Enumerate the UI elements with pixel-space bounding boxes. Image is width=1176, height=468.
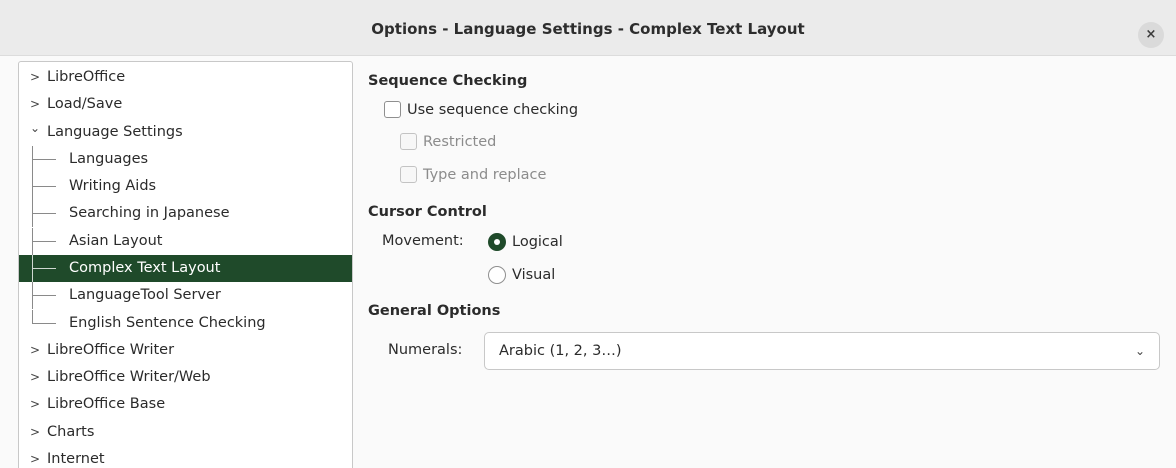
- tree-branch: [32, 323, 56, 324]
- tree-item-languagetool-server[interactable]: LanguageTool Server: [19, 282, 352, 309]
- chevron-right-icon[interactable]: >: [29, 337, 41, 364]
- tree-connector: [32, 310, 33, 324]
- checkbox-box[interactable]: [400, 133, 417, 150]
- tree-item-libreoffice-base[interactable]: > LibreOffice Base: [19, 391, 352, 418]
- checkbox-label: Restricted: [423, 134, 497, 150]
- general-options-heading: General Options: [368, 303, 501, 319]
- options-tree: > LibreOffice > Load/Save ⌄ Language Set…: [18, 61, 353, 468]
- tree-branch: [32, 268, 56, 269]
- tree-item-label: Charts: [47, 424, 95, 440]
- tree-item-label: LibreOffice Writer: [47, 342, 175, 358]
- tree-item-label: Asian Layout: [69, 233, 163, 249]
- tree-item-label: LibreOffice: [47, 69, 126, 85]
- tree-item-internet[interactable]: > Internet: [19, 446, 352, 468]
- tree-item-label: LanguageTool Server: [69, 287, 221, 303]
- tree-item-asian-layout[interactable]: Asian Layout: [19, 228, 352, 255]
- chevron-right-icon[interactable]: >: [29, 364, 41, 391]
- numerals-dropdown[interactable]: Arabic (1, 2, 3…) ⌄: [484, 332, 1160, 370]
- checkbox-label: Use sequence checking: [407, 102, 579, 118]
- movement-label: Movement:: [382, 233, 464, 249]
- tree-item-label: Complex Text Layout: [69, 260, 221, 276]
- radio-label: Logical: [512, 234, 563, 250]
- cursor-control-heading: Cursor Control: [368, 204, 487, 220]
- tree-branch: [32, 295, 56, 296]
- type-and-replace-checkbox[interactable]: Type and replace: [400, 164, 570, 186]
- tree-item-language-settings[interactable]: ⌄ Language Settings: [19, 119, 352, 146]
- tree-item-label: Language Settings: [47, 124, 183, 140]
- tree-item-libreoffice-writer[interactable]: > LibreOffice Writer: [19, 337, 352, 364]
- radio-button[interactable]: [488, 266, 506, 284]
- close-button[interactable]: ×: [1138, 22, 1164, 48]
- tree-item-label: Internet: [47, 451, 105, 467]
- tree-item-label: Writing Aids: [69, 178, 157, 194]
- tree-item-label: Searching in Japanese: [69, 205, 230, 221]
- sequence-checking-heading: Sequence Checking: [368, 73, 528, 89]
- tree-item-searching-in-japanese[interactable]: Searching in Japanese: [19, 200, 352, 227]
- tree-item-writing-aids[interactable]: Writing Aids: [19, 173, 352, 200]
- logical-radio[interactable]: Logical: [488, 231, 578, 253]
- tree-item-load-save[interactable]: > Load/Save: [19, 91, 352, 118]
- tree-item-languages[interactable]: Languages: [19, 146, 352, 173]
- chevron-down-icon: ⌄: [1134, 344, 1145, 358]
- chevron-right-icon[interactable]: >: [29, 64, 41, 91]
- tree-branch: [32, 186, 56, 187]
- tree-branch: [32, 241, 56, 242]
- tree-item-charts[interactable]: > Charts: [19, 419, 352, 446]
- visual-radio[interactable]: Visual: [488, 264, 578, 286]
- radio-label: Visual: [512, 267, 556, 283]
- chevron-down-icon[interactable]: ⌄: [29, 115, 41, 142]
- tree-item-complex-text-layout[interactable]: Complex Text Layout: [19, 255, 352, 282]
- chevron-right-icon[interactable]: >: [29, 91, 41, 118]
- use-sequence-checking-checkbox[interactable]: Use sequence checking: [384, 99, 604, 121]
- close-icon: ×: [1145, 27, 1157, 42]
- checkbox-label: Type and replace: [423, 167, 547, 183]
- tree-item-label: Languages: [69, 151, 149, 167]
- options-dialog: Options - Language Settings - Complex Te…: [0, 0, 1176, 468]
- chevron-right-icon[interactable]: >: [29, 391, 41, 418]
- checkbox-box[interactable]: [400, 166, 417, 183]
- tree-item-label: Load/Save: [47, 96, 123, 112]
- numerals-label: Numerals:: [388, 342, 463, 358]
- tree-branch: [32, 159, 56, 160]
- title-bar: Options - Language Settings - Complex Te…: [0, 0, 1176, 56]
- chevron-right-icon[interactable]: >: [29, 419, 41, 446]
- tree-item-label: LibreOffice Base: [47, 396, 166, 412]
- tree-item-libreoffice[interactable]: > LibreOffice: [19, 64, 352, 91]
- tree-item-label: LibreOffice Writer/Web: [47, 369, 211, 385]
- radio-button-selected[interactable]: [488, 233, 506, 251]
- checkbox-box[interactable]: [384, 101, 401, 118]
- numerals-value: Arabic (1, 2, 3…): [499, 343, 622, 359]
- dialog-title: Options - Language Settings - Complex Te…: [371, 20, 805, 38]
- tree-branch: [32, 213, 56, 214]
- restricted-checkbox[interactable]: Restricted: [400, 131, 520, 153]
- tree-item-libreoffice-writer-web[interactable]: > LibreOffice Writer/Web: [19, 364, 352, 391]
- tree-item-english-sentence-checking[interactable]: English Sentence Checking: [19, 310, 352, 337]
- chevron-right-icon[interactable]: >: [29, 446, 41, 468]
- tree-item-label: English Sentence Checking: [69, 315, 266, 331]
